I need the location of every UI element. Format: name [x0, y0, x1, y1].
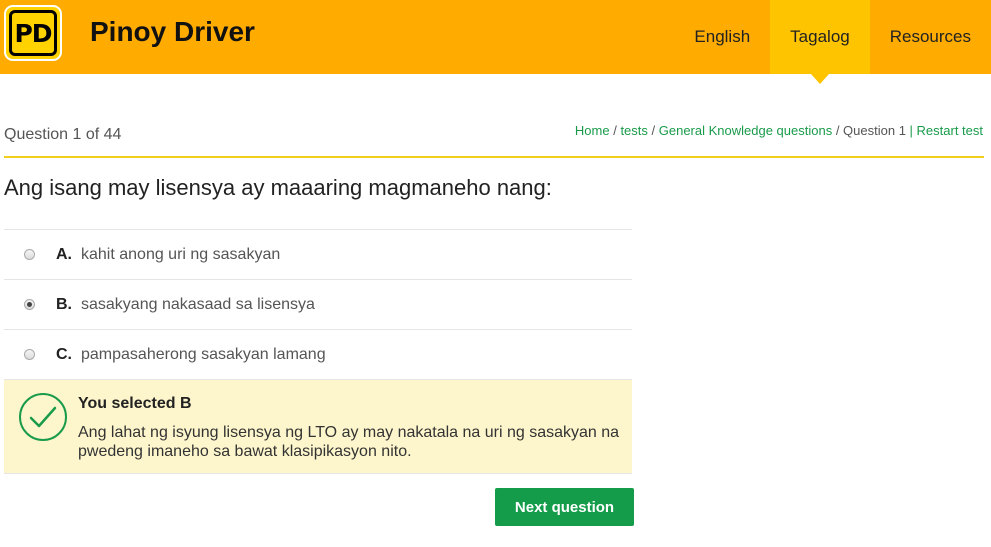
- option-c[interactable]: C. pampasaherong sasakyan lamang: [4, 329, 632, 379]
- logo-text: PD: [9, 10, 57, 56]
- radio-c[interactable]: [24, 349, 35, 360]
- nav-resources[interactable]: Resources: [870, 0, 991, 74]
- option-text: kahit anong uri ng sasakyan: [81, 245, 281, 263]
- breadcrumb-bar: |: [905, 123, 917, 138]
- restart-test-link[interactable]: Restart test: [917, 123, 983, 138]
- next-question-button[interactable]: Next question: [495, 488, 634, 526]
- breadcrumb-category[interactable]: General Knowledge questions: [659, 123, 832, 138]
- breadcrumb-separator: /: [609, 123, 621, 138]
- option-text: sasakyang nakasaad sa lisensya: [81, 295, 315, 313]
- option-text: pampasaherong sasakyan lamang: [81, 345, 326, 363]
- option-letter: C.: [56, 345, 72, 363]
- breadcrumb: Home / tests / General Knowledge questio…: [575, 123, 983, 138]
- nav-tagalog[interactable]: Tagalog: [770, 0, 870, 84]
- main-nav: English Tagalog Resources: [674, 0, 991, 84]
- divider: [4, 156, 984, 158]
- nav-english[interactable]: English: [674, 0, 770, 74]
- answer-feedback: You selected B Ang lahat ng isyung lisen…: [4, 379, 632, 474]
- radio-b[interactable]: [24, 299, 35, 310]
- breadcrumb-tests[interactable]: tests: [620, 123, 647, 138]
- question-text: Ang isang may lisensya ay maaaring magma…: [4, 175, 552, 200]
- radio-a[interactable]: [24, 249, 35, 260]
- logo[interactable]: PD: [4, 5, 62, 61]
- option-letter: B.: [56, 295, 72, 313]
- question-progress: Question 1 of 44: [4, 126, 122, 143]
- option-a[interactable]: A. kahit anong uri ng sasakyan: [4, 229, 632, 279]
- site-header: PD Pinoy Driver English Tagalog Resource…: [0, 0, 991, 84]
- option-letter: A.: [56, 245, 72, 263]
- check-circle-icon: [19, 393, 67, 441]
- breadcrumb-home[interactable]: Home: [575, 123, 610, 138]
- feedback-explanation: Ang lahat ng isyung lisensya ng LTO ay m…: [78, 424, 620, 460]
- breadcrumb-current: Question 1: [843, 123, 906, 138]
- brand-title[interactable]: Pinoy Driver: [90, 16, 255, 48]
- breadcrumb-separator: /: [647, 123, 659, 138]
- answer-options: A. kahit anong uri ng sasakyan B. sasaky…: [4, 229, 632, 379]
- option-b[interactable]: B. sasakyang nakasaad sa lisensya: [4, 279, 632, 329]
- breadcrumb-separator: /: [832, 123, 844, 138]
- feedback-title: You selected B: [78, 395, 192, 412]
